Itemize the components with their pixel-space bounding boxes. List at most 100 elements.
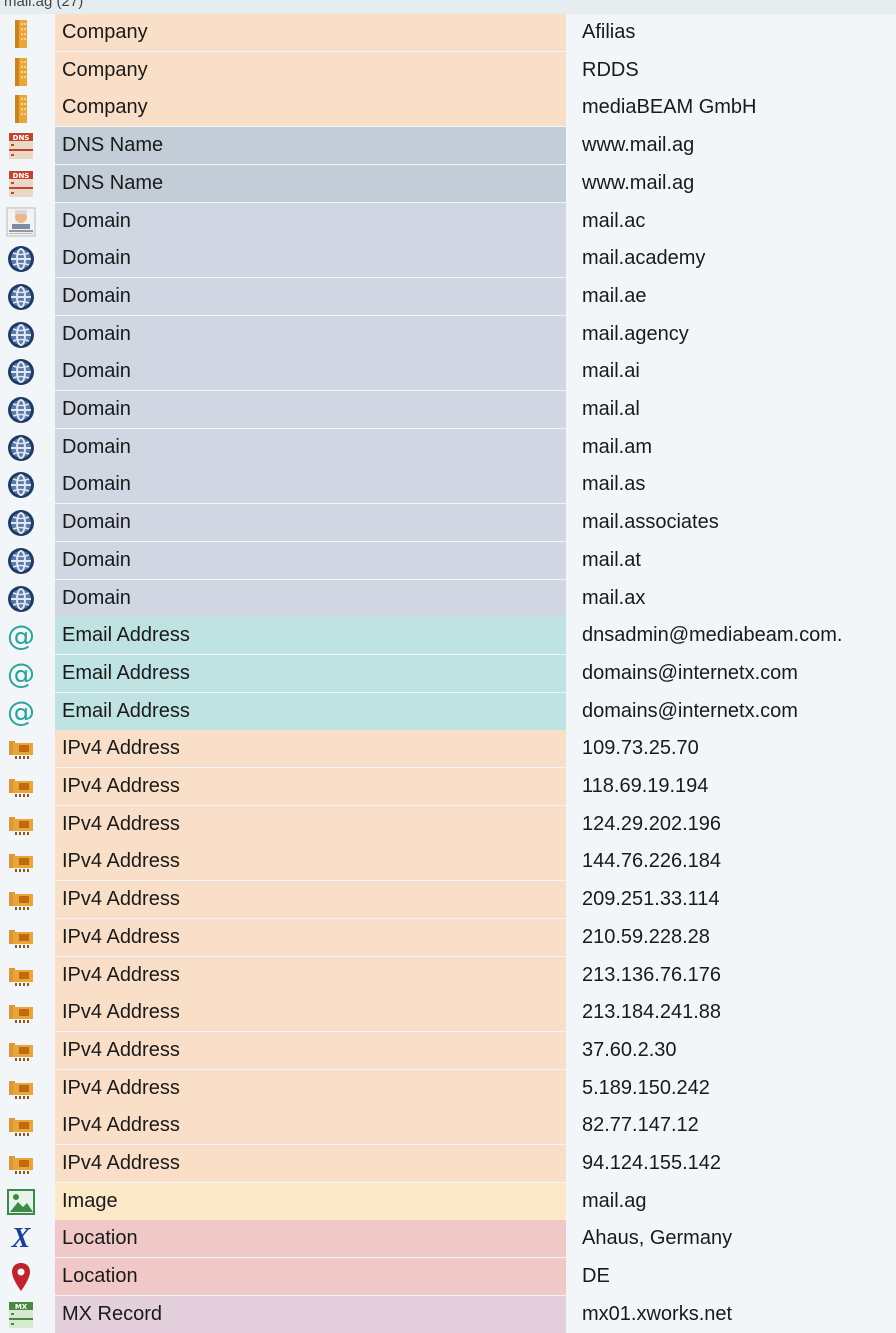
entity-value[interactable]: mail.am xyxy=(582,429,896,466)
entity-type-label: Domain xyxy=(55,202,566,240)
dns-server-icon: DNS xyxy=(6,131,36,161)
entity-type-label: Domain xyxy=(55,541,566,579)
list-item[interactable]: IPv4 Address 37.60.2.30 xyxy=(0,1031,896,1069)
entity-value[interactable]: mail.ai xyxy=(582,353,896,390)
entity-value[interactable]: 210.59.228.28 xyxy=(582,919,896,956)
list-item[interactable]: IPv4 Address 209.251.33.114 xyxy=(0,881,896,919)
list-item[interactable]: IPv4 Address 124.29.202.196 xyxy=(0,805,896,843)
entity-value[interactable]: 213.184.241.88 xyxy=(582,994,896,1031)
entity-value[interactable]: 144.76.226.184 xyxy=(582,843,896,880)
entity-value[interactable]: mail.at xyxy=(582,542,896,579)
list-item[interactable]: Domain mail.am xyxy=(0,428,896,466)
globe-icon xyxy=(6,546,36,576)
entity-value[interactable]: dnsadmin@mediabeam.com. xyxy=(582,617,896,654)
entity-value[interactable]: mail.agency xyxy=(582,316,896,353)
entity-value[interactable]: www.mail.ag xyxy=(582,165,896,202)
entity-type-label: Domain xyxy=(55,315,566,353)
list-item[interactable]: IPv4 Address 213.184.241.88 xyxy=(0,994,896,1032)
list-item[interactable]: Domain mail.ae xyxy=(0,277,896,315)
entity-value[interactable]: 94.124.155.142 xyxy=(582,1145,896,1182)
list-item[interactable]: @ Email Address domains@internetx.com xyxy=(0,654,896,692)
entity-value[interactable]: 213.136.76.176 xyxy=(582,957,896,994)
entity-type-label: Company xyxy=(55,14,566,51)
entity-type-label: IPv4 Address xyxy=(55,1107,566,1145)
list-item[interactable]: Company RDDS xyxy=(0,51,896,89)
list-item[interactable]: IPv4 Address 144.76.226.184 xyxy=(0,843,896,881)
globe-icon xyxy=(6,357,36,387)
list-item[interactable]: Domain mail.ai xyxy=(0,353,896,391)
list-item[interactable]: IPv4 Address 82.77.147.12 xyxy=(0,1107,896,1145)
entity-value[interactable]: mx01.xworks.net xyxy=(582,1296,896,1333)
at-sign-icon: @ xyxy=(7,656,35,690)
list-item[interactable]: Domain mail.at xyxy=(0,541,896,579)
list-item[interactable]: Domain mail.associates xyxy=(0,504,896,542)
building-icon xyxy=(6,93,36,124)
entity-value[interactable]: 5.189.150.242 xyxy=(582,1070,896,1107)
map-pin-icon xyxy=(6,1262,36,1292)
list-item[interactable]: DNS DNS Name www.mail.ag xyxy=(0,164,896,202)
mx-server-icon: MX xyxy=(6,1300,36,1330)
entity-type-label: Domain xyxy=(55,277,566,315)
list-item[interactable]: DNS DNS Name www.mail.ag xyxy=(0,127,896,165)
list-item[interactable]: @ Email Address dnsadmin@mediabeam.com. xyxy=(0,617,896,655)
entity-value[interactable]: RDDS xyxy=(582,52,896,89)
entity-value[interactable]: www.mail.ag xyxy=(582,127,896,164)
list-item[interactable]: IPv4 Address 5.189.150.242 xyxy=(0,1069,896,1107)
list-item[interactable]: IPv4 Address 213.136.76.176 xyxy=(0,956,896,994)
entity-value[interactable]: mail.ax xyxy=(582,580,896,617)
list-item[interactable]: X Location Ahaus, Germany xyxy=(0,1220,896,1258)
list-item[interactable]: IPv4 Address 109.73.25.70 xyxy=(0,730,896,768)
entity-type-label: Email Address xyxy=(55,692,566,730)
entity-value[interactable]: 209.251.33.114 xyxy=(582,881,896,918)
entity-type-label: IPv4 Address xyxy=(55,1031,566,1069)
list-item[interactable]: Company mediaBEAM GmbH xyxy=(0,89,896,127)
list-item[interactable]: Domain mail.agency xyxy=(0,315,896,353)
entity-type-label: IPv4 Address xyxy=(55,1145,566,1182)
entity-value[interactable]: 109.73.25.70 xyxy=(582,730,896,767)
svg-text:DNS: DNS xyxy=(13,134,30,142)
list-item[interactable]: MX MX Record mx01.xworks.net xyxy=(0,1295,896,1333)
list-item[interactable]: Location DE xyxy=(0,1258,896,1296)
entity-value[interactable]: 124.29.202.196 xyxy=(582,806,896,843)
entity-value[interactable]: 82.77.147.12 xyxy=(582,1107,896,1144)
building-icon xyxy=(6,56,36,86)
entity-value[interactable]: mail.ae xyxy=(582,278,896,315)
list-item[interactable]: IPv4 Address 210.59.228.28 xyxy=(0,918,896,956)
entity-value[interactable]: 118.69.19.194 xyxy=(582,768,896,805)
entity-value[interactable]: mail.as xyxy=(582,466,896,503)
list-item[interactable]: @ Email Address domains@internetx.com xyxy=(0,692,896,730)
network-card-icon xyxy=(6,1111,36,1141)
entity-type-label: Domain xyxy=(55,579,566,617)
list-item[interactable]: Domain mail.ax xyxy=(0,579,896,617)
entity-type-label: Location xyxy=(55,1220,566,1258)
list-item[interactable]: Domain mail.academy xyxy=(0,240,896,278)
entity-value[interactable]: mail.academy xyxy=(582,240,896,277)
entity-value[interactable]: mail.ag xyxy=(582,1183,896,1220)
entity-value[interactable]: Afilias xyxy=(582,14,896,51)
entity-type-label: IPv4 Address xyxy=(55,843,566,881)
network-card-icon xyxy=(6,961,36,991)
entity-type-label: Domain xyxy=(55,466,566,504)
list-item[interactable]: IPv4 Address 94.124.155.142 xyxy=(0,1145,896,1182)
globe-icon xyxy=(6,433,36,463)
entity-type-label: Email Address xyxy=(55,654,566,692)
entity-type-label: MX Record xyxy=(55,1295,566,1333)
entity-value[interactable]: mail.associates xyxy=(582,504,896,541)
list-item[interactable]: Company Afilias xyxy=(0,14,896,51)
entity-value[interactable]: DE xyxy=(582,1258,896,1295)
list-item[interactable]: Domain mail.ac xyxy=(0,202,896,240)
list-item[interactable]: Image mail.ag xyxy=(0,1182,896,1220)
entity-value[interactable]: mail.al xyxy=(582,391,896,428)
globe-icon xyxy=(6,320,36,350)
network-card-icon xyxy=(6,810,36,840)
list-item[interactable]: Domain mail.as xyxy=(0,466,896,504)
list-item[interactable]: Domain mail.al xyxy=(0,391,896,428)
entity-value[interactable]: mediaBEAM GmbH xyxy=(582,89,896,126)
entity-value[interactable]: domains@internetx.com xyxy=(582,693,896,730)
entity-value[interactable]: Ahaus, Germany xyxy=(582,1220,896,1257)
entity-value[interactable]: domains@internetx.com xyxy=(582,655,896,692)
globe-icon xyxy=(6,395,36,425)
entity-value[interactable]: 37.60.2.30 xyxy=(582,1032,896,1069)
entity-value[interactable]: mail.ac xyxy=(582,203,896,240)
list-item[interactable]: IPv4 Address 118.69.19.194 xyxy=(0,768,896,805)
